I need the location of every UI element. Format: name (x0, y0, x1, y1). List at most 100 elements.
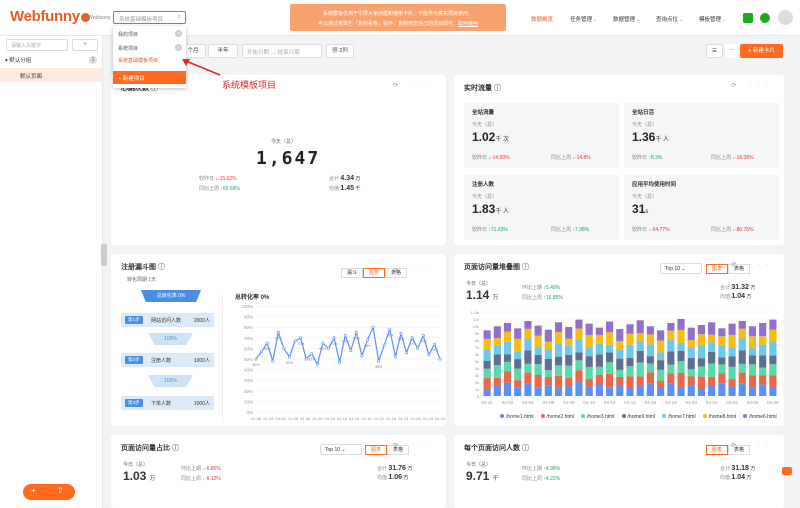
list-view-button[interactable]: ☰ (706, 44, 723, 58)
x-tick-label: 04-18 (324, 416, 335, 421)
seg-chart[interactable]: 图表 (706, 264, 728, 274)
add-page-button[interactable]: + (72, 39, 98, 51)
x-tick-label: 04-18 (337, 416, 348, 421)
legend-item[interactable]: /home8.html (702, 414, 736, 420)
legend-item[interactable]: /home6.html (743, 414, 777, 420)
y-tick-label: 20% (244, 389, 253, 394)
chat-icon[interactable] (782, 467, 792, 475)
chart-legend[interactable]: /home1.html/home2.html/home3.html/home9.… (500, 414, 784, 420)
logo[interactable]: Webfunny (10, 8, 90, 25)
new-project-button[interactable]: + 新建项目 (113, 71, 186, 84)
bar-segment (677, 318, 685, 330)
columns-button[interactable]: ▦ 2列 (326, 44, 354, 58)
sidebar: 请输入关键字 + ▾ 默认分组 1 默认页面 + ⇪ (0, 36, 103, 508)
bar-segment (554, 356, 563, 366)
avatar[interactable] (778, 10, 793, 25)
bar-segment (687, 340, 695, 349)
x-tick-label: 04-10 (583, 400, 595, 405)
legend-label: /home6.html (749, 414, 777, 420)
x-tick-label: 04-18 (398, 416, 409, 421)
my-projects[interactable]: 我的项目 0 (118, 30, 182, 38)
legend-item[interactable]: /home2.html (540, 414, 574, 420)
x-tick-label: 04-08 (275, 416, 286, 421)
card-actions[interactable]: ⟳ ··· (731, 442, 774, 449)
bar-segment (728, 348, 736, 357)
bar-segment (524, 372, 532, 384)
top-select[interactable]: Top 10 ⌄ (320, 444, 362, 455)
upload-icon[interactable]: ⇪ (57, 486, 64, 495)
nav-query[interactable]: 查询点位⌄ (656, 15, 683, 23)
legend-item[interactable]: /home1.html (500, 414, 534, 420)
data-point (354, 330, 358, 334)
more-icon[interactable]: ··· (725, 44, 737, 58)
info-icon: ⓘ (493, 85, 501, 92)
bar-segment (708, 376, 716, 386)
excel-icon[interactable] (743, 13, 753, 23)
seg-trend[interactable]: 趋势 (363, 268, 385, 278)
plus-icon[interactable]: + (31, 486, 36, 495)
bar-segment (677, 342, 685, 351)
bar-segment (657, 330, 665, 341)
pie-card: 页面访问量占比 ⓘ Top 10 ⌄ 图表 表格 ⟳ ··· 今日（总） 1.0… (111, 435, 446, 508)
date-range-picker[interactable]: 开始日期 → 结束日期 (242, 44, 322, 58)
sidebar-search-input[interactable]: 请输入关键字 (6, 39, 68, 51)
bar-segment (657, 387, 665, 396)
card-actions[interactable]: ⟳ ··· (731, 261, 774, 268)
card-actions[interactable]: ⟳ ··· (393, 267, 436, 274)
group-count-badge: 1 (89, 56, 97, 64)
bar-segment (738, 372, 746, 384)
tree-group[interactable]: ▾ 默认分组 1 (5, 56, 99, 64)
legend-item[interactable]: /home9.html (621, 414, 656, 420)
bar-segment (514, 351, 522, 360)
x-tick-label: 04-14 (624, 400, 636, 405)
how-to-use-link[interactable]: 如何使用 (458, 21, 478, 27)
y-tick-label: 0% (246, 410, 253, 415)
bar-segment (514, 380, 522, 388)
card-actions[interactable]: ⟳ ··· (393, 82, 436, 89)
seg-chart[interactable]: 图表 (365, 445, 387, 455)
bar-segment (708, 322, 716, 335)
bar-segment (697, 334, 706, 346)
legend-item[interactable]: /home7.html (662, 414, 696, 420)
seg-chart[interactable]: 图表 (706, 445, 728, 455)
bar-segment (677, 386, 685, 396)
bar-segment (544, 377, 552, 386)
metric-card[interactable]: 应用平均使用时间 今天（总） 31s 较昨日 ↓-64.77% 同比上周 ↓-80… (624, 175, 779, 240)
bar-segment (728, 334, 736, 349)
legend-label: /home9.html (627, 414, 656, 420)
wechat-icon[interactable] (760, 13, 770, 23)
metric-card[interactable]: 注册人数 今天（总） 1.83千 人 较昨日 ↑71.63% 同比上周 ↑7.38… (464, 175, 619, 240)
top-select[interactable]: Top 10 ⌄ (660, 263, 702, 274)
y-tick-label: 11k (473, 317, 479, 322)
bar-segment (728, 323, 736, 335)
bar-segment (483, 361, 491, 369)
system-projects[interactable]: 系统项目 1 (118, 44, 182, 52)
metric-card[interactable]: 全站日活 今天（总） 1.36千 人 较昨日 ↑8.3% 同比上周 ↓-16.08… (624, 103, 779, 168)
card-title: 页面访问量堆叠图 ⓘ (464, 264, 529, 271)
project-option-system-template[interactable]: 系统基础模板项目 (118, 57, 158, 64)
project-select[interactable]: 系统基础模板项目 ⌕ (113, 11, 186, 24)
x-tick-label: 04-16 (645, 400, 657, 405)
sidebar-collapse-handle[interactable]: ‹ (101, 244, 107, 266)
bar-segment (595, 366, 603, 375)
card-actions[interactable]: ⟳ ··· (393, 442, 436, 449)
bar-segment (748, 336, 757, 349)
bar-segment (759, 384, 767, 396)
seg-funnel[interactable]: 漏斗 (341, 268, 363, 278)
legend-label: /home3.html (587, 414, 615, 420)
x-tick-label: 04-28 (435, 416, 446, 421)
y-tick-label: 80% (244, 325, 253, 330)
nav-data[interactable]: 数据管理⌄ (613, 15, 640, 23)
y-tick-label: 7k (475, 345, 479, 350)
nav-overview[interactable]: 数据概览 (531, 15, 553, 23)
new-card-button[interactable]: + 新建卡片 (740, 44, 783, 58)
legend-item[interactable]: /home3.html (581, 414, 615, 420)
card-actions[interactable]: ⟳ ··· (731, 82, 774, 89)
nav-task[interactable]: 任务管理⌄ (570, 15, 597, 23)
bar-segment (606, 352, 614, 363)
y-tick-label: 90% (244, 315, 253, 320)
tree-item-default-page[interactable]: 默认页面 (0, 68, 102, 82)
metric-card[interactable]: 全站流量 今天（总） 1.02千 次 较昨日 ↓-14.59% 同比上周 ↓-14… (464, 103, 619, 168)
nav-template[interactable]: 模板管理⌄ (699, 15, 726, 23)
data-point (366, 338, 370, 342)
